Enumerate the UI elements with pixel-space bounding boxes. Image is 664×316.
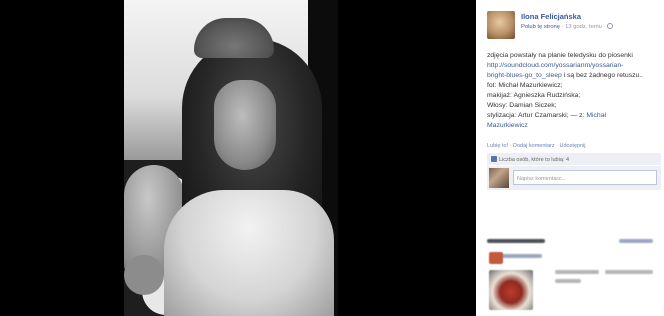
caption-line: stylizacja: Artur Czamarski; — z: Michał: [487, 111, 661, 121]
song-link[interactable]: http://soundcloud.com/yossarianm/yossari…: [487, 61, 661, 71]
page-name[interactable]: Ilona Felicjańska: [521, 12, 581, 22]
photo-robe: [164, 190, 334, 316]
sponsored-text: [555, 270, 599, 274]
like-button[interactable]: Lubię to!: [487, 143, 508, 149]
comment-button[interactable]: Dodaj komentarz: [513, 143, 555, 149]
tag-link-continued[interactable]: Mazurkiewicz: [487, 121, 661, 131]
likes-count: Liczba osób, które to lubią: 4: [499, 157, 570, 163]
globe-icon: [607, 23, 614, 30]
share-button[interactable]: Udostępnij: [560, 143, 586, 149]
caption-text: i są bez żadnego retuszu..: [561, 72, 644, 79]
song-link-continued[interactable]: bright-blues-go_to_sleep: [487, 72, 562, 79]
caption-line: bright-blues-go_to_sleep i są bez żadneg…: [487, 71, 661, 81]
sponsored-heading: [487, 239, 545, 243]
separator: ·: [556, 143, 558, 149]
caption-line: Włosy: Damian Siczek;: [487, 102, 557, 109]
comment-composer: Napisz komentarz...: [487, 166, 661, 190]
likes-summary[interactable]: Liczba osób, które to lubią: 4: [487, 153, 661, 165]
post-sidebar: Ilona Felicjańska Polub tę stronę · 13 g…: [476, 0, 664, 316]
photo-hand: [124, 255, 164, 295]
like-page-link[interactable]: Polub tę stronę: [521, 24, 560, 30]
photo-viewer: [0, 0, 476, 316]
thumbs-up-icon: [491, 156, 497, 162]
sponsored-text: [605, 270, 653, 274]
caption-text: — z:: [568, 112, 587, 119]
page-avatar[interactable]: [487, 11, 515, 39]
sponsored-image[interactable]: [489, 270, 533, 310]
caption-line: fot: Michał Mazurkiewicz;: [487, 82, 563, 89]
sponsored-text: [555, 279, 581, 283]
caption-text: stylizacja: Artur Czamarski;: [487, 112, 569, 119]
post-time[interactable]: · 13 godz. temu ·: [562, 24, 606, 30]
caption-line: zdjęcia powstały na planie teledysku do …: [487, 52, 633, 59]
post-meta: Polub tę stronę · 13 godz. temu ·: [521, 22, 614, 32]
viewer-avatar: [489, 168, 509, 188]
comment-input[interactable]: Napisz komentarz...: [513, 170, 657, 185]
sponsored-thumbnail[interactable]: [489, 252, 503, 264]
separator: ·: [509, 143, 512, 149]
photo-face: [214, 80, 276, 170]
photo[interactable]: [124, 0, 338, 316]
sponsored-link[interactable]: [619, 239, 653, 243]
tag-link[interactable]: Michał: [586, 112, 606, 119]
caption-line: makijaż: Agnieszka Rudzińska;: [487, 92, 581, 99]
post-caption: zdjęcia powstały na planie teledysku do …: [487, 51, 661, 131]
post-actions: Lubię to! · Dodaj komentarz · Udostępnij: [487, 141, 586, 151]
